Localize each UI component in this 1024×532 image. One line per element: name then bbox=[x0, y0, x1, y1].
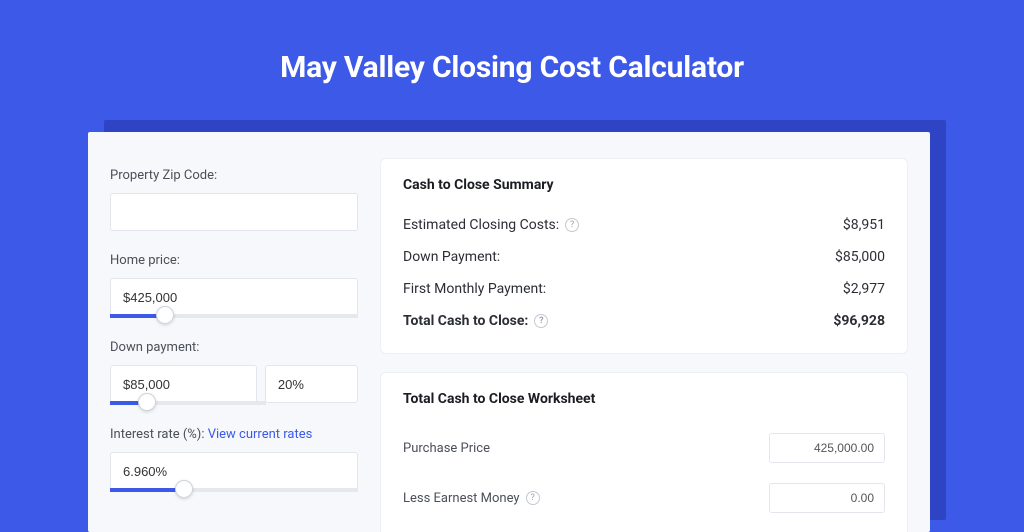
worksheet-label: Purchase Price bbox=[403, 441, 490, 456]
summary-title: Cash to Close Summary bbox=[403, 177, 885, 193]
summary-label: First Monthly Payment: bbox=[403, 281, 546, 297]
zip-input[interactable] bbox=[110, 193, 358, 231]
inputs-panel: Property Zip Code: Home price: Down paym… bbox=[88, 132, 380, 532]
worksheet-input[interactable] bbox=[769, 433, 885, 463]
home-price-slider[interactable] bbox=[110, 314, 358, 318]
down-payment-slider[interactable] bbox=[110, 401, 266, 405]
page-title: May Valley Closing Cost Calculator bbox=[0, 0, 1024, 109]
down-payment-label: Down payment: bbox=[110, 340, 358, 355]
down-payment-field: Down payment: bbox=[110, 340, 358, 405]
worksheet-row-mortgage-loan: Total Mortgage Loan Amount bbox=[403, 523, 885, 532]
help-icon[interactable]: ? bbox=[534, 314, 548, 328]
summary-row-first-payment: First Monthly Payment: $2,977 bbox=[403, 273, 885, 305]
worksheet-input[interactable] bbox=[769, 483, 885, 513]
zip-label: Property Zip Code: bbox=[110, 168, 358, 183]
interest-rate-slider[interactable] bbox=[110, 488, 358, 492]
interest-rate-label-text: Interest rate (%): bbox=[110, 427, 208, 442]
help-icon[interactable]: ? bbox=[526, 491, 540, 505]
summary-row-total: Total Cash to Close: ? $96,928 bbox=[403, 305, 885, 337]
worksheet-card: Total Cash to Close Worksheet Purchase P… bbox=[380, 372, 908, 532]
down-payment-slider-thumb[interactable] bbox=[138, 393, 156, 411]
worksheet-title: Total Cash to Close Worksheet bbox=[403, 391, 885, 407]
worksheet-label: Less Earnest Money bbox=[403, 491, 520, 506]
summary-card: Cash to Close Summary Estimated Closing … bbox=[380, 158, 908, 354]
summary-value: $2,977 bbox=[843, 281, 885, 297]
interest-rate-field: Interest rate (%): View current rates bbox=[110, 427, 358, 492]
zip-field: Property Zip Code: bbox=[110, 168, 358, 231]
home-price-input[interactable] bbox=[110, 278, 358, 316]
summary-row-down-payment: Down Payment: $85,000 bbox=[403, 241, 885, 273]
summary-value: $8,951 bbox=[843, 217, 885, 233]
results-panel: Cash to Close Summary Estimated Closing … bbox=[380, 132, 930, 532]
help-icon[interactable]: ? bbox=[565, 218, 579, 232]
worksheet-row-purchase-price: Purchase Price bbox=[403, 423, 885, 473]
summary-value: $85,000 bbox=[835, 249, 885, 265]
view-rates-link[interactable]: View current rates bbox=[208, 427, 313, 442]
interest-rate-label: Interest rate (%): View current rates bbox=[110, 427, 358, 442]
worksheet-row-earnest-money: Less Earnest Money ? bbox=[403, 473, 885, 523]
interest-rate-slider-fill bbox=[110, 488, 184, 492]
interest-rate-input[interactable] bbox=[110, 452, 358, 490]
home-price-slider-thumb[interactable] bbox=[156, 306, 174, 324]
home-price-field: Home price: bbox=[110, 253, 358, 318]
down-payment-input[interactable] bbox=[110, 365, 257, 403]
summary-row-closing-costs: Estimated Closing Costs: ? $8,951 bbox=[403, 209, 885, 241]
calculator-card: Property Zip Code: Home price: Down paym… bbox=[88, 132, 930, 532]
summary-label: Estimated Closing Costs: bbox=[403, 217, 559, 233]
down-payment-pct-input[interactable] bbox=[265, 365, 358, 403]
home-price-label: Home price: bbox=[110, 253, 358, 268]
summary-total-label: Total Cash to Close: bbox=[403, 313, 528, 329]
interest-rate-slider-thumb[interactable] bbox=[175, 480, 193, 498]
summary-label: Down Payment: bbox=[403, 249, 500, 265]
summary-total-value: $96,928 bbox=[833, 313, 885, 329]
